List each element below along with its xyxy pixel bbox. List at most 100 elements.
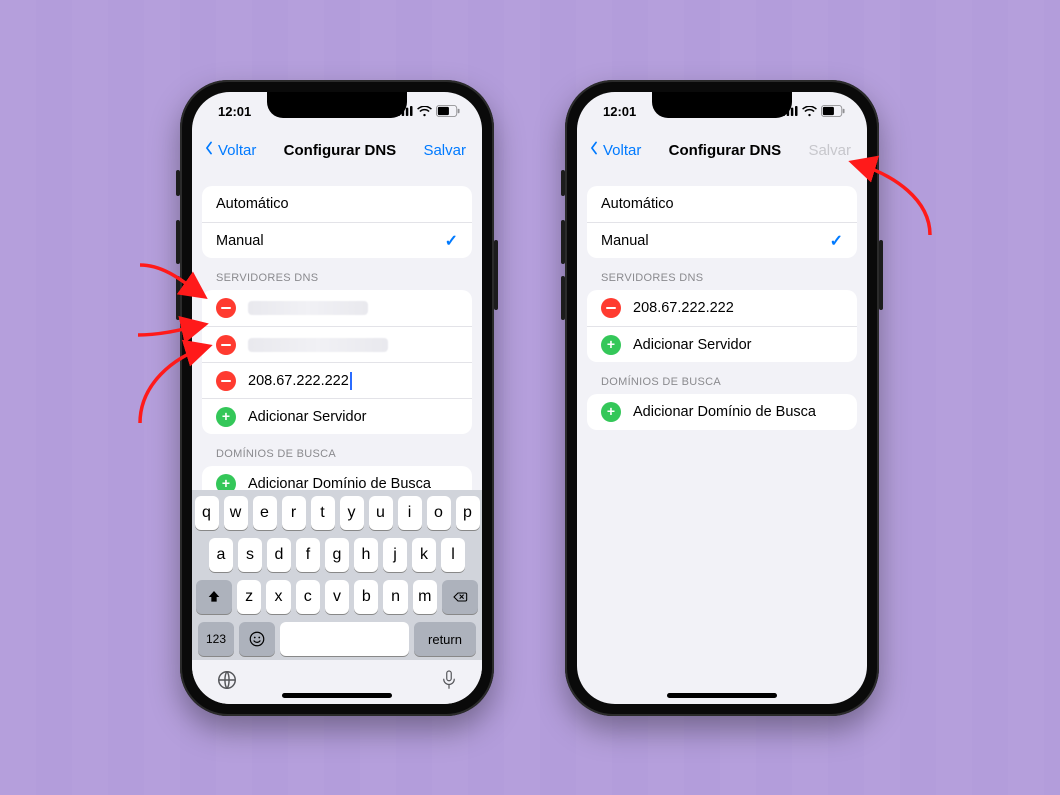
add-icon[interactable]: + xyxy=(601,402,621,422)
key-u[interactable]: u xyxy=(369,496,393,530)
remove-server-icon[interactable] xyxy=(216,335,236,355)
key-j[interactable]: j xyxy=(383,538,407,572)
dns-server-value: 208.67.222.222 xyxy=(633,300,734,316)
add-server-label: Adicionar Servidor xyxy=(248,409,366,425)
key-w[interactable]: w xyxy=(224,496,248,530)
checkmark-icon: ✓ xyxy=(445,231,458,251)
add-server-label: Adicionar Servidor xyxy=(633,337,751,353)
remove-server-icon[interactable] xyxy=(216,298,236,318)
dns-mode-automatic[interactable]: Automático xyxy=(587,186,857,222)
globe-icon[interactable] xyxy=(216,669,238,696)
add-search-domain-row[interactable]: + Adicionar Domínio de Busca xyxy=(202,466,472,490)
keyboard-row-2: asdfghjkl xyxy=(196,538,478,572)
battery-icon xyxy=(821,105,845,117)
backspace-key[interactable] xyxy=(442,580,478,614)
save-button[interactable]: Salvar xyxy=(423,142,472,159)
page-title: Configurar DNS xyxy=(669,142,782,159)
dns-mode-manual-label: Manual xyxy=(601,233,649,249)
power-button xyxy=(879,240,883,310)
key-a[interactable]: a xyxy=(209,538,233,572)
volume-up-button xyxy=(176,220,180,264)
dns-server-row-3[interactable]: 208.67.222.222 xyxy=(202,362,472,398)
key-f[interactable]: f xyxy=(296,538,320,572)
key-i[interactable]: i xyxy=(398,496,422,530)
add-icon[interactable]: + xyxy=(216,474,236,490)
dns-server-value: 208.67.222.222 xyxy=(248,373,349,389)
key-p[interactable]: p xyxy=(456,496,480,530)
add-server-row[interactable]: + Adicionar Servidor xyxy=(587,326,857,362)
key-v[interactable]: v xyxy=(325,580,349,614)
checkmark-icon: ✓ xyxy=(830,231,843,251)
key-d[interactable]: d xyxy=(267,538,291,572)
key-z[interactable]: z xyxy=(237,580,261,614)
dns-servers-header: SERVIDORES DNS xyxy=(587,272,857,290)
text-cursor xyxy=(350,372,352,390)
back-label: Voltar xyxy=(218,142,256,159)
dns-mode-automatic-label: Automático xyxy=(216,196,289,212)
dns-server-row-2[interactable] xyxy=(202,326,472,362)
home-indicator xyxy=(667,693,777,698)
dns-server-row[interactable]: 208.67.222.222 xyxy=(587,290,857,326)
phone-right: 12:01 Voltar Configurar DNS Salvar xyxy=(565,80,879,716)
key-s[interactable]: s xyxy=(238,538,262,572)
back-button[interactable]: Voltar xyxy=(202,141,256,159)
volume-down-button xyxy=(176,276,180,320)
return-key[interactable]: return xyxy=(414,622,476,656)
status-time: 12:01 xyxy=(603,104,636,119)
space-key[interactable] xyxy=(280,622,409,656)
chevron-left-icon xyxy=(587,141,601,159)
wifi-icon xyxy=(417,106,432,117)
key-e[interactable]: e xyxy=(253,496,277,530)
remove-server-icon[interactable] xyxy=(601,298,621,318)
dns-mode-automatic[interactable]: Automático xyxy=(202,186,472,222)
save-button-disabled: Salvar xyxy=(808,142,857,159)
key-k[interactable]: k xyxy=(412,538,436,572)
chevron-left-icon xyxy=(202,141,216,159)
key-h[interactable]: h xyxy=(354,538,378,572)
shift-key[interactable] xyxy=(196,580,232,614)
keyboard-row-1: qwertyuiop xyxy=(196,496,478,530)
key-c[interactable]: c xyxy=(296,580,320,614)
key-y[interactable]: y xyxy=(340,496,364,530)
add-search-domain-label: Adicionar Domínio de Busca xyxy=(248,476,431,490)
power-button xyxy=(494,240,498,310)
nav-bar: Voltar Configurar DNS Salvar xyxy=(192,130,482,170)
mic-icon[interactable] xyxy=(440,669,458,696)
key-q[interactable]: q xyxy=(195,496,219,530)
key-g[interactable]: g xyxy=(325,538,349,572)
search-domains-header: DOMÍNIOS DE BUSCA xyxy=(587,376,857,394)
volume-up-button xyxy=(561,220,565,264)
notch xyxy=(652,92,792,118)
search-domains-header: DOMÍNIOS DE BUSCA xyxy=(202,448,472,466)
dns-server-redacted-1 xyxy=(248,301,368,315)
add-search-domain-label: Adicionar Domínio de Busca xyxy=(633,404,816,420)
dns-server-row-1[interactable] xyxy=(202,290,472,326)
back-label: Voltar xyxy=(603,142,641,159)
add-search-domain-row[interactable]: + Adicionar Domínio de Busca xyxy=(587,394,857,430)
dns-mode-manual[interactable]: Manual ✓ xyxy=(587,222,857,258)
add-server-row[interactable]: + Adicionar Servidor xyxy=(202,398,472,434)
key-l[interactable]: l xyxy=(441,538,465,572)
dns-mode-manual-label: Manual xyxy=(216,233,264,249)
key-b[interactable]: b xyxy=(354,580,378,614)
add-icon[interactable]: + xyxy=(216,407,236,427)
key-t[interactable]: t xyxy=(311,496,335,530)
emoji-key[interactable] xyxy=(239,622,275,656)
key-o[interactable]: o xyxy=(427,496,451,530)
back-button[interactable]: Voltar xyxy=(587,141,641,159)
dns-server-redacted-2 xyxy=(248,338,388,352)
key-n[interactable]: n xyxy=(383,580,407,614)
dns-mode-manual[interactable]: Manual ✓ xyxy=(202,222,472,258)
silence-switch xyxy=(561,170,565,196)
numeric-key[interactable]: 123 xyxy=(198,622,234,656)
ios-keyboard: qwertyuiop asdfghjkl zxcvbnm 123 return xyxy=(192,490,482,660)
key-r[interactable]: r xyxy=(282,496,306,530)
silence-switch xyxy=(176,170,180,196)
volume-down-button xyxy=(561,276,565,320)
key-m[interactable]: m xyxy=(413,580,437,614)
add-icon[interactable]: + xyxy=(601,335,621,355)
notch xyxy=(267,92,407,118)
key-x[interactable]: x xyxy=(266,580,290,614)
page-title: Configurar DNS xyxy=(284,142,397,159)
remove-server-icon[interactable] xyxy=(216,371,236,391)
